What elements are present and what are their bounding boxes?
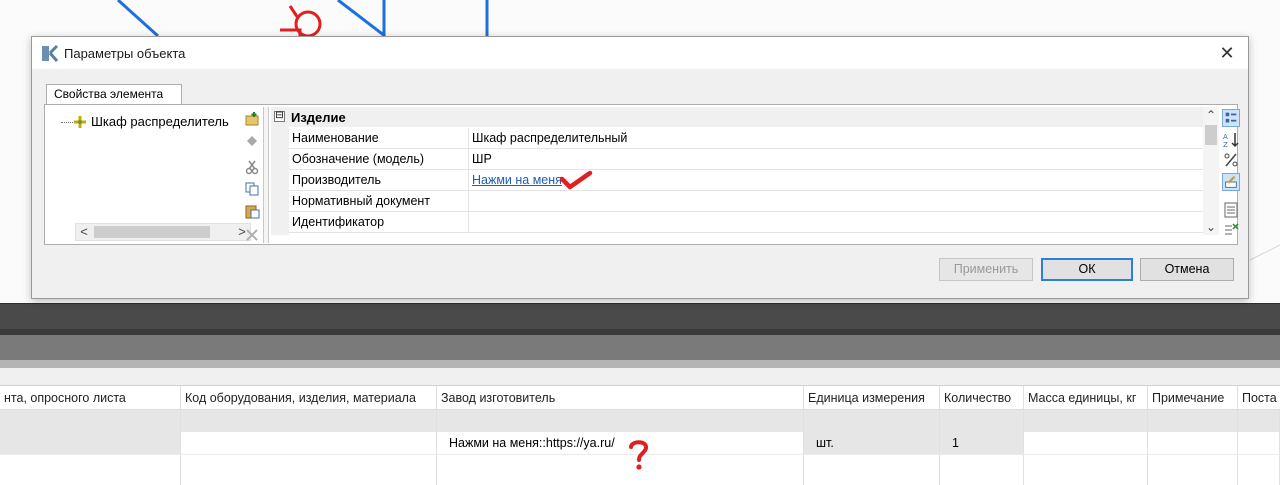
grid-toolbar: A Z (1221, 109, 1241, 239)
table-cell[interactable] (181, 432, 437, 454)
cad-line (337, 0, 386, 38)
column-header[interactable]: Масса единицы, кг (1024, 386, 1148, 409)
property-row[interactable]: Идентификатор (289, 212, 1203, 233)
cad-line (116, 0, 160, 38)
scroll-up-button[interactable]: ⌃ (1203, 107, 1219, 123)
paste-icon[interactable] (244, 203, 260, 219)
table-cell[interactable] (1148, 410, 1238, 432)
sort-alphabetical-icon[interactable]: A Z (1222, 131, 1240, 149)
toolbar-strip (0, 335, 1280, 360)
property-value[interactable] (472, 191, 1200, 212)
table-cell[interactable] (940, 455, 1024, 485)
table-cell[interactable] (181, 410, 437, 432)
property-name: Идентификатор (289, 212, 469, 233)
property-name: Производитель (289, 170, 469, 191)
scroll-down-button[interactable]: ⌄ (1203, 219, 1219, 235)
quantity-cell[interactable]: 1 (940, 432, 1024, 454)
toolbar-strip (0, 303, 1280, 329)
object-parameters-dialog: Параметры объекта ✕ Свойства элемента Шк… (31, 36, 1249, 299)
scroll-thumb[interactable] (94, 226, 210, 238)
app-logo-icon (42, 45, 59, 62)
close-button[interactable]: ✕ (1214, 41, 1240, 65)
table-row[interactable] (0, 410, 1280, 432)
property-name: Обозначение (модель) (289, 149, 469, 170)
table-cell[interactable] (181, 455, 437, 485)
collapse-toggle[interactable]: ⊟ (274, 111, 285, 122)
table-header-row: нта, опросного листа Код оборудования, и… (0, 386, 1280, 410)
property-row[interactable]: Наименование Шкаф распределительный (289, 128, 1203, 149)
checkmark-annotation-icon (559, 170, 593, 190)
property-row[interactable]: Нормативный документ (289, 191, 1203, 212)
element-tree[interactable]: Шкаф распределитель < > (59, 113, 251, 241)
group-label: Изделие (291, 110, 346, 125)
cut-icon[interactable] (244, 159, 260, 175)
move-element-icon[interactable] (244, 133, 260, 149)
property-name: Наименование (289, 128, 469, 149)
column-header[interactable]: нта, опросного листа (0, 386, 181, 409)
copy-icon[interactable] (244, 181, 260, 197)
grid-vertical-scrollbar[interactable]: ⌃ ⌄ (1203, 107, 1219, 235)
table-cell[interactable] (1024, 410, 1148, 432)
cancel-button[interactable]: Отмена (1140, 258, 1234, 281)
scroll-thumb[interactable] (1205, 125, 1217, 145)
svg-text:A: A (1223, 133, 1228, 141)
apply-button[interactable]: Применить (939, 258, 1033, 281)
table-cell[interactable] (804, 455, 940, 485)
properties-panel: Шкаф распределитель < > ⊟ Изделие Наимен… (44, 104, 1241, 245)
manufacturer-link[interactable]: Нажми на меня (472, 173, 562, 187)
property-value[interactable] (472, 212, 1200, 233)
scroll-left-button[interactable]: < (76, 224, 92, 240)
column-header[interactable]: Единица измерения (804, 386, 940, 409)
table-cell[interactable] (1148, 455, 1238, 485)
delete-icon[interactable] (244, 227, 260, 243)
property-row[interactable]: Обозначение (модель) ШР (289, 149, 1203, 170)
table-cell[interactable] (1148, 432, 1238, 454)
property-value[interactable]: Шкаф распределительный (472, 128, 1200, 149)
element-node-icon (74, 116, 86, 128)
tree-item-cabinet[interactable]: Шкаф распределитель (91, 114, 231, 129)
tree-toolbar (243, 109, 261, 241)
table-cell[interactable] (0, 410, 181, 432)
column-header[interactable]: Код оборудования, изделия, материала (181, 386, 437, 409)
table-cell[interactable] (940, 410, 1024, 432)
dialog-titlebar[interactable]: Параметры объекта ✕ (32, 37, 1248, 69)
property-name: Нормативный документ (289, 191, 469, 212)
list-view-icon[interactable] (1222, 201, 1240, 219)
column-header[interactable]: Примечание (1148, 386, 1238, 409)
tab-element-properties[interactable]: Свойства элемента (46, 84, 182, 105)
table-cell[interactable] (437, 410, 804, 432)
property-grid: ⊟ Изделие Наименование Шкаф распределите… (271, 107, 1203, 235)
property-group-header[interactable]: ⊟ Изделие (271, 107, 1203, 127)
svg-text:Z: Z (1223, 141, 1228, 149)
cad-line (1249, 244, 1280, 261)
add-element-icon[interactable] (244, 111, 260, 127)
table-cell[interactable] (0, 432, 181, 454)
column-header[interactable]: Поста (1238, 386, 1280, 409)
unit-cell[interactable]: шт. (804, 432, 940, 454)
manufacturer-cell[interactable]: Нажми на меня::https://ya.ru/ (437, 432, 804, 454)
tree-horizontal-scrollbar[interactable]: < > (75, 223, 251, 241)
property-value[interactable]: ШР (472, 149, 1200, 170)
ok-button[interactable]: ОК (1041, 258, 1133, 281)
panel-splitter[interactable] (263, 107, 269, 243)
table-cell[interactable] (1238, 432, 1280, 454)
question-mark-annotation-icon (629, 440, 648, 470)
column-header[interactable]: Количество (940, 386, 1024, 409)
table-cell[interactable] (1024, 432, 1148, 454)
table-cell[interactable] (1238, 455, 1280, 485)
table-cell[interactable] (1024, 455, 1148, 485)
percent-parameters-icon[interactable] (1222, 151, 1240, 169)
table-cell[interactable] (1238, 410, 1280, 432)
toolbar-strip (0, 360, 1280, 368)
property-row[interactable]: Производитель Нажми на меня (289, 170, 1203, 191)
table-header-band (0, 368, 1280, 386)
table-cell[interactable] (804, 410, 940, 432)
table-cell[interactable] (0, 455, 181, 485)
categorized-view-icon[interactable] (1222, 109, 1240, 127)
column-header[interactable]: Завод изготовитель (437, 386, 804, 409)
dialog-title: Параметры объекта (64, 46, 186, 61)
table-cell[interactable] (437, 455, 804, 485)
remove-property-icon[interactable] (1222, 221, 1240, 239)
edit-properties-icon[interactable] (1222, 173, 1240, 191)
